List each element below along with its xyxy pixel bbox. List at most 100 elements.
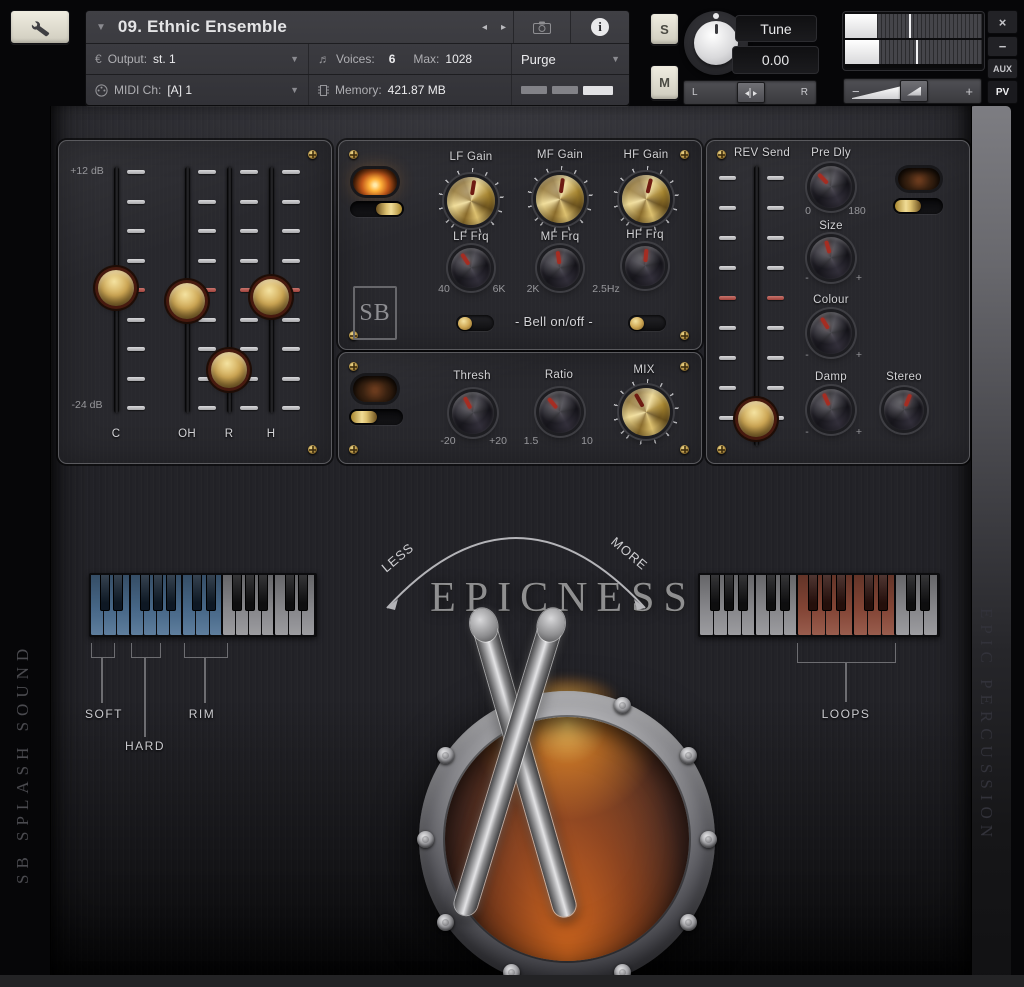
scale-tick [282, 229, 300, 233]
zone-bracket-loops [797, 643, 896, 663]
black-key[interactable] [710, 575, 720, 611]
black-key[interactable] [153, 575, 163, 611]
pan-slider[interactable]: L R [683, 80, 817, 105]
instrument-dropdown-icon[interactable]: ▼ [96, 22, 106, 33]
thresh-knob[interactable] [452, 392, 494, 434]
black-key[interactable] [724, 575, 734, 611]
black-key[interactable] [166, 575, 176, 611]
hf-gain-knob[interactable] [622, 175, 670, 223]
scale-tick [127, 259, 145, 263]
next-instrument-button[interactable]: ▸ [494, 22, 513, 33]
midi-dropdown-icon[interactable]: ▼ [290, 85, 299, 95]
size-knob[interactable] [810, 237, 852, 279]
scale-tick [767, 206, 784, 210]
rack-bottom-strip [0, 975, 1024, 987]
rev-send-label: REV Send [734, 147, 790, 159]
close-button[interactable]: × [987, 10, 1018, 34]
mix-label: MIX [633, 364, 654, 376]
black-key[interactable] [738, 575, 748, 611]
scale-tick [198, 406, 216, 410]
colour-knob[interactable] [810, 312, 852, 354]
volume-minus[interactable]: − [852, 84, 860, 99]
mute-button[interactable]: M [650, 65, 679, 100]
mf-gain-knob[interactable] [536, 175, 584, 223]
mf-gain-label: MF Gain [537, 149, 583, 161]
prev-instrument-button[interactable]: ◂ [475, 22, 494, 33]
eq-power-switch[interactable] [350, 201, 404, 217]
black-key[interactable] [206, 575, 216, 611]
memory-label: Memory: [335, 83, 382, 97]
solo-button[interactable]: S [650, 13, 679, 45]
tune-value-box[interactable]: 0.00 [732, 46, 819, 74]
keyboard-left[interactable] [89, 573, 317, 637]
epicness-drum-knob[interactable] [419, 691, 715, 987]
screw-icon [308, 445, 317, 454]
black-key[interactable] [920, 575, 930, 611]
scale-tick [282, 318, 300, 322]
stereo-knob[interactable] [884, 390, 924, 430]
instrument-title[interactable]: 09. Ethnic Ensemble [118, 17, 287, 37]
volume-plus[interactable]: + [965, 84, 973, 99]
lf-frq-knob[interactable] [451, 248, 491, 288]
fader-knob-oh[interactable] [169, 283, 205, 319]
black-key[interactable] [192, 575, 202, 611]
wrench-button[interactable] [10, 10, 70, 44]
pre-dly-knob[interactable] [810, 166, 852, 208]
damp-knob[interactable] [810, 389, 852, 431]
black-key[interactable] [836, 575, 846, 611]
black-key[interactable] [822, 575, 832, 611]
aux-button[interactable]: AUX [987, 58, 1018, 79]
black-key[interactable] [878, 575, 888, 611]
black-key[interactable] [864, 575, 874, 611]
fader-knob-c[interactable] [98, 270, 134, 306]
mf-frq-knob[interactable] [540, 248, 580, 288]
lf-gain-knob[interactable] [447, 177, 495, 225]
pv-button[interactable]: PV [987, 80, 1018, 104]
pan-handle[interactable] [737, 82, 765, 103]
black-key[interactable] [766, 575, 776, 611]
ratio-max: 10 [581, 435, 593, 447]
black-key[interactable] [258, 575, 268, 611]
output-dropdown-icon[interactable]: ▼ [290, 54, 299, 64]
purge-menu[interactable]: Purge ▼ [511, 44, 629, 74]
scale-tick [719, 356, 736, 360]
black-key[interactable] [780, 575, 790, 611]
instrument-header-box: ▼ 09. Ethnic Ensemble ◂ ▸ i € Output: st… [85, 10, 630, 106]
bell-toggle-hf[interactable] [628, 315, 666, 331]
keyboard-right[interactable] [698, 573, 940, 637]
fader-knob-h[interactable] [253, 279, 289, 315]
black-key[interactable] [285, 575, 295, 611]
black-key[interactable] [245, 575, 255, 611]
bell-toggle-lf[interactable] [456, 315, 494, 331]
volume-slider[interactable]: − + [843, 78, 982, 104]
brand-right-vertical: EPIC PERCUSSION [976, 608, 996, 908]
pan-left-label: L [692, 87, 698, 98]
mf-frq-label: MF Frq [541, 231, 580, 243]
zone-label-soft: SOFT [85, 707, 123, 721]
colour-max: + [856, 349, 862, 361]
black-key[interactable] [906, 575, 916, 611]
voices-field: ♬ Voices: 6 Max: 1028 [308, 44, 511, 74]
black-key[interactable] [232, 575, 242, 611]
zone-bracket-hard [131, 643, 161, 658]
fader-knob-r[interactable] [211, 352, 247, 388]
comp-power-switch[interactable] [349, 409, 403, 425]
scale-tick [198, 200, 216, 204]
midi-channel-field[interactable]: MIDI Ch: [A] 1 ▼ [86, 75, 308, 105]
hf-frq-knob[interactable] [625, 246, 665, 286]
black-key[interactable] [808, 575, 818, 611]
black-key[interactable] [140, 575, 150, 611]
black-key[interactable] [100, 575, 110, 611]
mix-knob[interactable] [622, 388, 670, 436]
scale-tick [127, 229, 145, 233]
black-key[interactable] [113, 575, 123, 611]
reverb-power-switch[interactable] [893, 198, 943, 214]
ratio-knob[interactable] [539, 391, 581, 433]
output-field[interactable]: € Output: st. 1 ▼ [86, 44, 308, 74]
volume-handle[interactable] [900, 80, 928, 102]
info-button[interactable]: i [570, 11, 629, 43]
black-key[interactable] [298, 575, 308, 611]
rev-send-fader-knob[interactable] [738, 401, 774, 437]
minimize-button[interactable]: − [987, 36, 1018, 57]
snapshot-camera-button[interactable] [513, 11, 570, 43]
